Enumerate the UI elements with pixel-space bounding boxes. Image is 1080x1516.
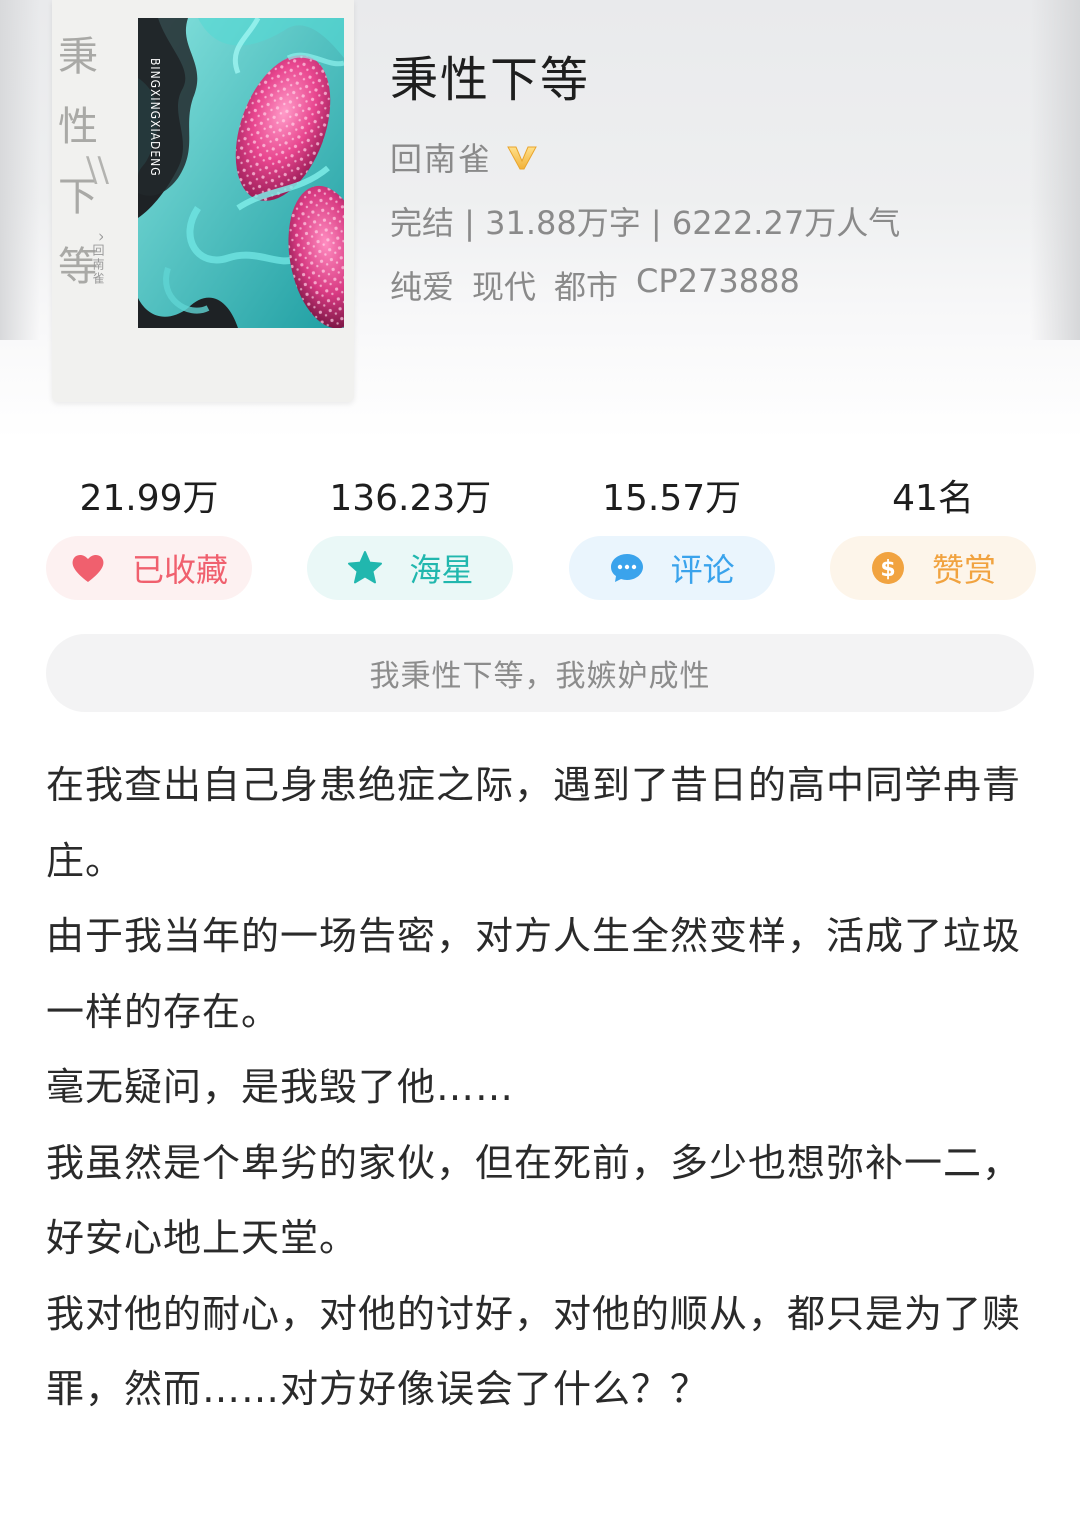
description-paragraph: 我虽然是个卑劣的家伙，但在死前，多少也想弥补一二，好安心地上天堂。 [46,1140,1022,1261]
svg-text:$: $ [880,557,895,582]
comment-icon [610,554,643,582]
cover-slash-mark: \\ [86,150,109,190]
book-cover[interactable]: 秉性 下等 \\ ^回南雀 BINGXINGXIADENG [52,0,354,402]
book-meta: 完结 | 31.88万字 | 6222.27万人气 [390,204,901,242]
stat-starfish: 136.23万 海星 [307,476,514,600]
author-name[interactable]: 回南雀 [390,134,492,180]
stat-favorites: 21.99万 已收藏 [46,476,252,600]
bacteria-illustration [138,18,344,328]
vip-check-icon [507,146,537,170]
description-paragraph: 毫无疑问，是我毁了他…… [46,1065,515,1109]
cover-author-mark: ^回南雀 [91,232,105,287]
tag-item[interactable]: 都市 [554,262,618,308]
comment-button[interactable]: 评论 [568,536,775,600]
reward-rank: 41名 [892,478,974,519]
heart-icon [72,554,104,582]
stat-comments: 15.57万 评论 [568,476,775,600]
tag-item[interactable]: 纯爱 [390,262,454,308]
author-row[interactable]: 回南雀 [390,134,538,180]
description-paragraph: 我对他的耐心，对他的讨好，对他的顺从，都只是为了赎罪，然而……对方好像误会了什么… [46,1291,1022,1412]
tag-item[interactable]: 现代 [472,262,536,308]
book-description: 在我查出自己身患绝症之际，遇到了昔日的高中同学冉青庄。 由于我当年的一场告密，对… [46,748,1036,1428]
tag-item[interactable]: CP273888 [636,262,800,308]
stats-bar: 21.99万 已收藏 136.23万 海星 15.57万 评论 41名 $ 赞赏 [46,476,1036,600]
favorite-label: 已收藏 [131,551,228,589]
description-paragraph: 由于我当年的一场告密，对方人生全然变样，活成了垃圾一样的存在。 [46,914,1022,1034]
comments-count: 15.57万 [602,478,742,519]
dollar-coin-icon: $ [871,552,904,584]
starfish-button[interactable]: 海星 [307,536,514,600]
stat-reward: 41名 $ 赞赏 [829,476,1036,600]
star-icon [348,551,383,584]
favorites-count: 21.99万 [79,478,219,519]
starfish-label: 海星 [409,551,474,589]
tag-list: 纯爱 现代 都市 CP273888 [390,262,800,308]
reward-label: 赞赏 [931,551,996,589]
reward-button[interactable]: $ 赞赏 [829,536,1036,600]
description-paragraph: 在我查出自己身患绝症之际，遇到了昔日的高中同学冉青庄。 [46,763,1022,883]
book-title: 秉性下等 [390,52,591,108]
cover-pinyin: BINGXINGXIADENG [148,58,162,177]
starfish-count: 136.23万 [329,478,492,519]
comment-label: 评论 [670,551,735,589]
cover-artwork [138,18,344,328]
cover-title-line-1: 秉性 [58,34,102,150]
book-slogan: 我秉性下等，我嫉妒成性 [46,634,1034,712]
favorite-button[interactable]: 已收藏 [46,536,252,600]
